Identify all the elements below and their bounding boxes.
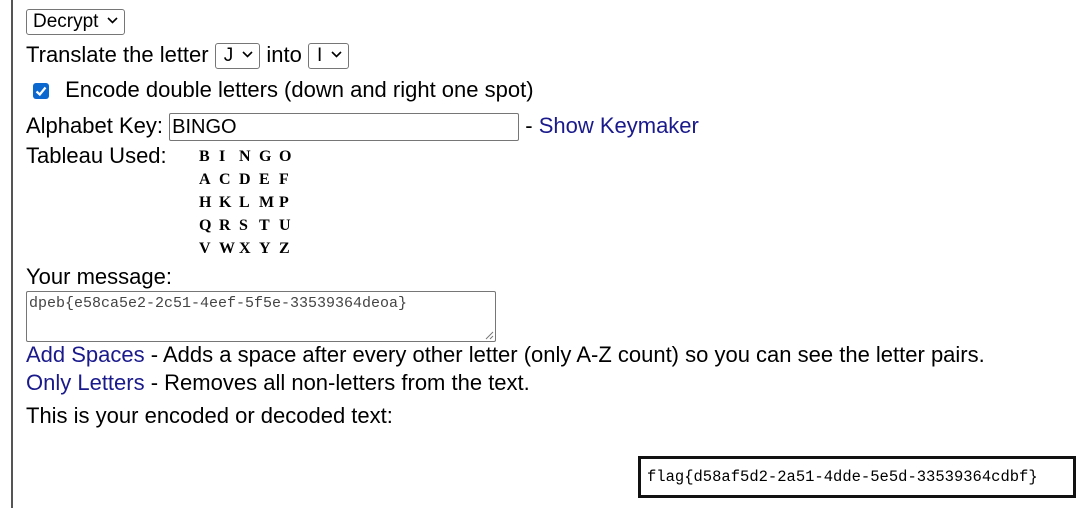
chevron-down-icon	[107, 17, 119, 24]
mode-select[interactable]: Decrypt	[26, 9, 126, 36]
chevron-down-icon	[331, 51, 342, 58]
translate-row: Translate the letter J into I	[26, 42, 350, 70]
message-text: dpeb{e58ca5e2-2c51-4eef-5f5e-33539364deo…	[29, 295, 408, 312]
tableau-cell: U	[279, 217, 291, 234]
translate-to-select[interactable]: I	[307, 43, 350, 70]
tableau-cell: H	[199, 194, 212, 211]
alphabet-key-row: Alphabet Key: BINGO - Show Keymaker	[26, 113, 699, 142]
translate-middle: into	[266, 42, 302, 67]
tableau-cell: C	[219, 171, 231, 188]
tableau-cell: E	[259, 171, 270, 188]
only-letters-row: Only Letters - Removes all non-letters f…	[26, 370, 530, 396]
tableau-cell: Y	[259, 240, 271, 257]
tableau-cell: O	[279, 148, 292, 165]
show-keymaker-link[interactable]: Show Keymaker	[539, 113, 699, 138]
result-label: This is your encoded or decoded text:	[26, 403, 393, 428]
tableau-cell: P	[279, 194, 289, 211]
tableau-row: BINGO	[199, 145, 299, 168]
tableau-cell: L	[239, 194, 250, 211]
tableau-cell: D	[239, 171, 251, 188]
translate-from-value: J	[223, 45, 234, 67]
tableau-cell: V	[199, 240, 211, 257]
alphabet-key-label: Alphabet Key:	[26, 113, 163, 138]
tableau-label: Tableau Used:	[26, 143, 167, 168]
chevron-down-icon	[242, 51, 253, 58]
tableau-cell: M	[259, 194, 275, 211]
message-textarea[interactable]: dpeb{e58ca5e2-2c51-4eef-5f5e-33539364deo…	[26, 291, 496, 342]
translate-from-select[interactable]: J	[214, 43, 261, 70]
tableau-cell: G	[259, 148, 272, 165]
resize-grip-icon[interactable]	[484, 330, 494, 340]
tableau-cell: I	[219, 148, 226, 165]
alphabet-key-separator: -	[525, 113, 533, 138]
tableau-cell: A	[199, 171, 211, 188]
checkmark-icon	[35, 86, 47, 97]
double-letters-checkbox[interactable]	[33, 83, 49, 100]
result-text: flag{d58af5d2-2a51-4dde-5e5d-33539364cdb…	[647, 468, 1038, 486]
tableau-cell: Z	[279, 240, 290, 257]
result-output: flag{d58af5d2-2a51-4dde-5e5d-33539364cdb…	[638, 456, 1076, 498]
translate-prefix: Translate the letter	[26, 42, 209, 67]
tableau-row: QRSTU	[199, 214, 299, 237]
tableau-cell: T	[259, 217, 270, 234]
tableau-cell: B	[199, 148, 210, 165]
mode-row: Decrypt	[26, 8, 126, 36]
double-letters-label: Encode double letters (down and right on…	[65, 77, 534, 102]
tableau-row: HKLMP	[199, 191, 299, 214]
cipher-form: Decrypt Translate the letter J into I En…	[26, 0, 1081, 508]
message-label: Your message:	[26, 264, 172, 289]
tableau-cell: F	[279, 171, 289, 188]
left-border	[11, 0, 13, 508]
add-spaces-row: Add Spaces - Adds a space after every ot…	[26, 342, 985, 368]
tableau-row: ACDEF	[199, 168, 299, 191]
add-spaces-link[interactable]: Add Spaces	[26, 342, 145, 367]
only-letters-description: - Removes all non-letters from the text.	[150, 370, 530, 395]
tableau-row: VWXYZ	[199, 237, 299, 260]
only-letters-link[interactable]: Only Letters	[26, 370, 145, 395]
tableau-cell: Q	[199, 217, 212, 234]
double-letters-row: Encode double letters (down and right on…	[33, 77, 534, 103]
alphabet-key-input[interactable]: BINGO	[169, 113, 520, 142]
tableau-cell: K	[219, 194, 232, 211]
tableau-cell: S	[239, 217, 248, 234]
add-spaces-description: - Adds a space after every other letter …	[150, 342, 985, 367]
tableau-cell: R	[219, 217, 231, 234]
tableau-grid: BINGO ACDEF HKLMP QRSTU VWXYZ	[199, 145, 299, 260]
tableau-cell: W	[219, 240, 235, 257]
mode-select-value: Decrypt	[33, 11, 99, 33]
tableau-cell: X	[239, 240, 251, 257]
translate-to-value: I	[316, 45, 323, 67]
tableau-cell: N	[239, 148, 251, 165]
